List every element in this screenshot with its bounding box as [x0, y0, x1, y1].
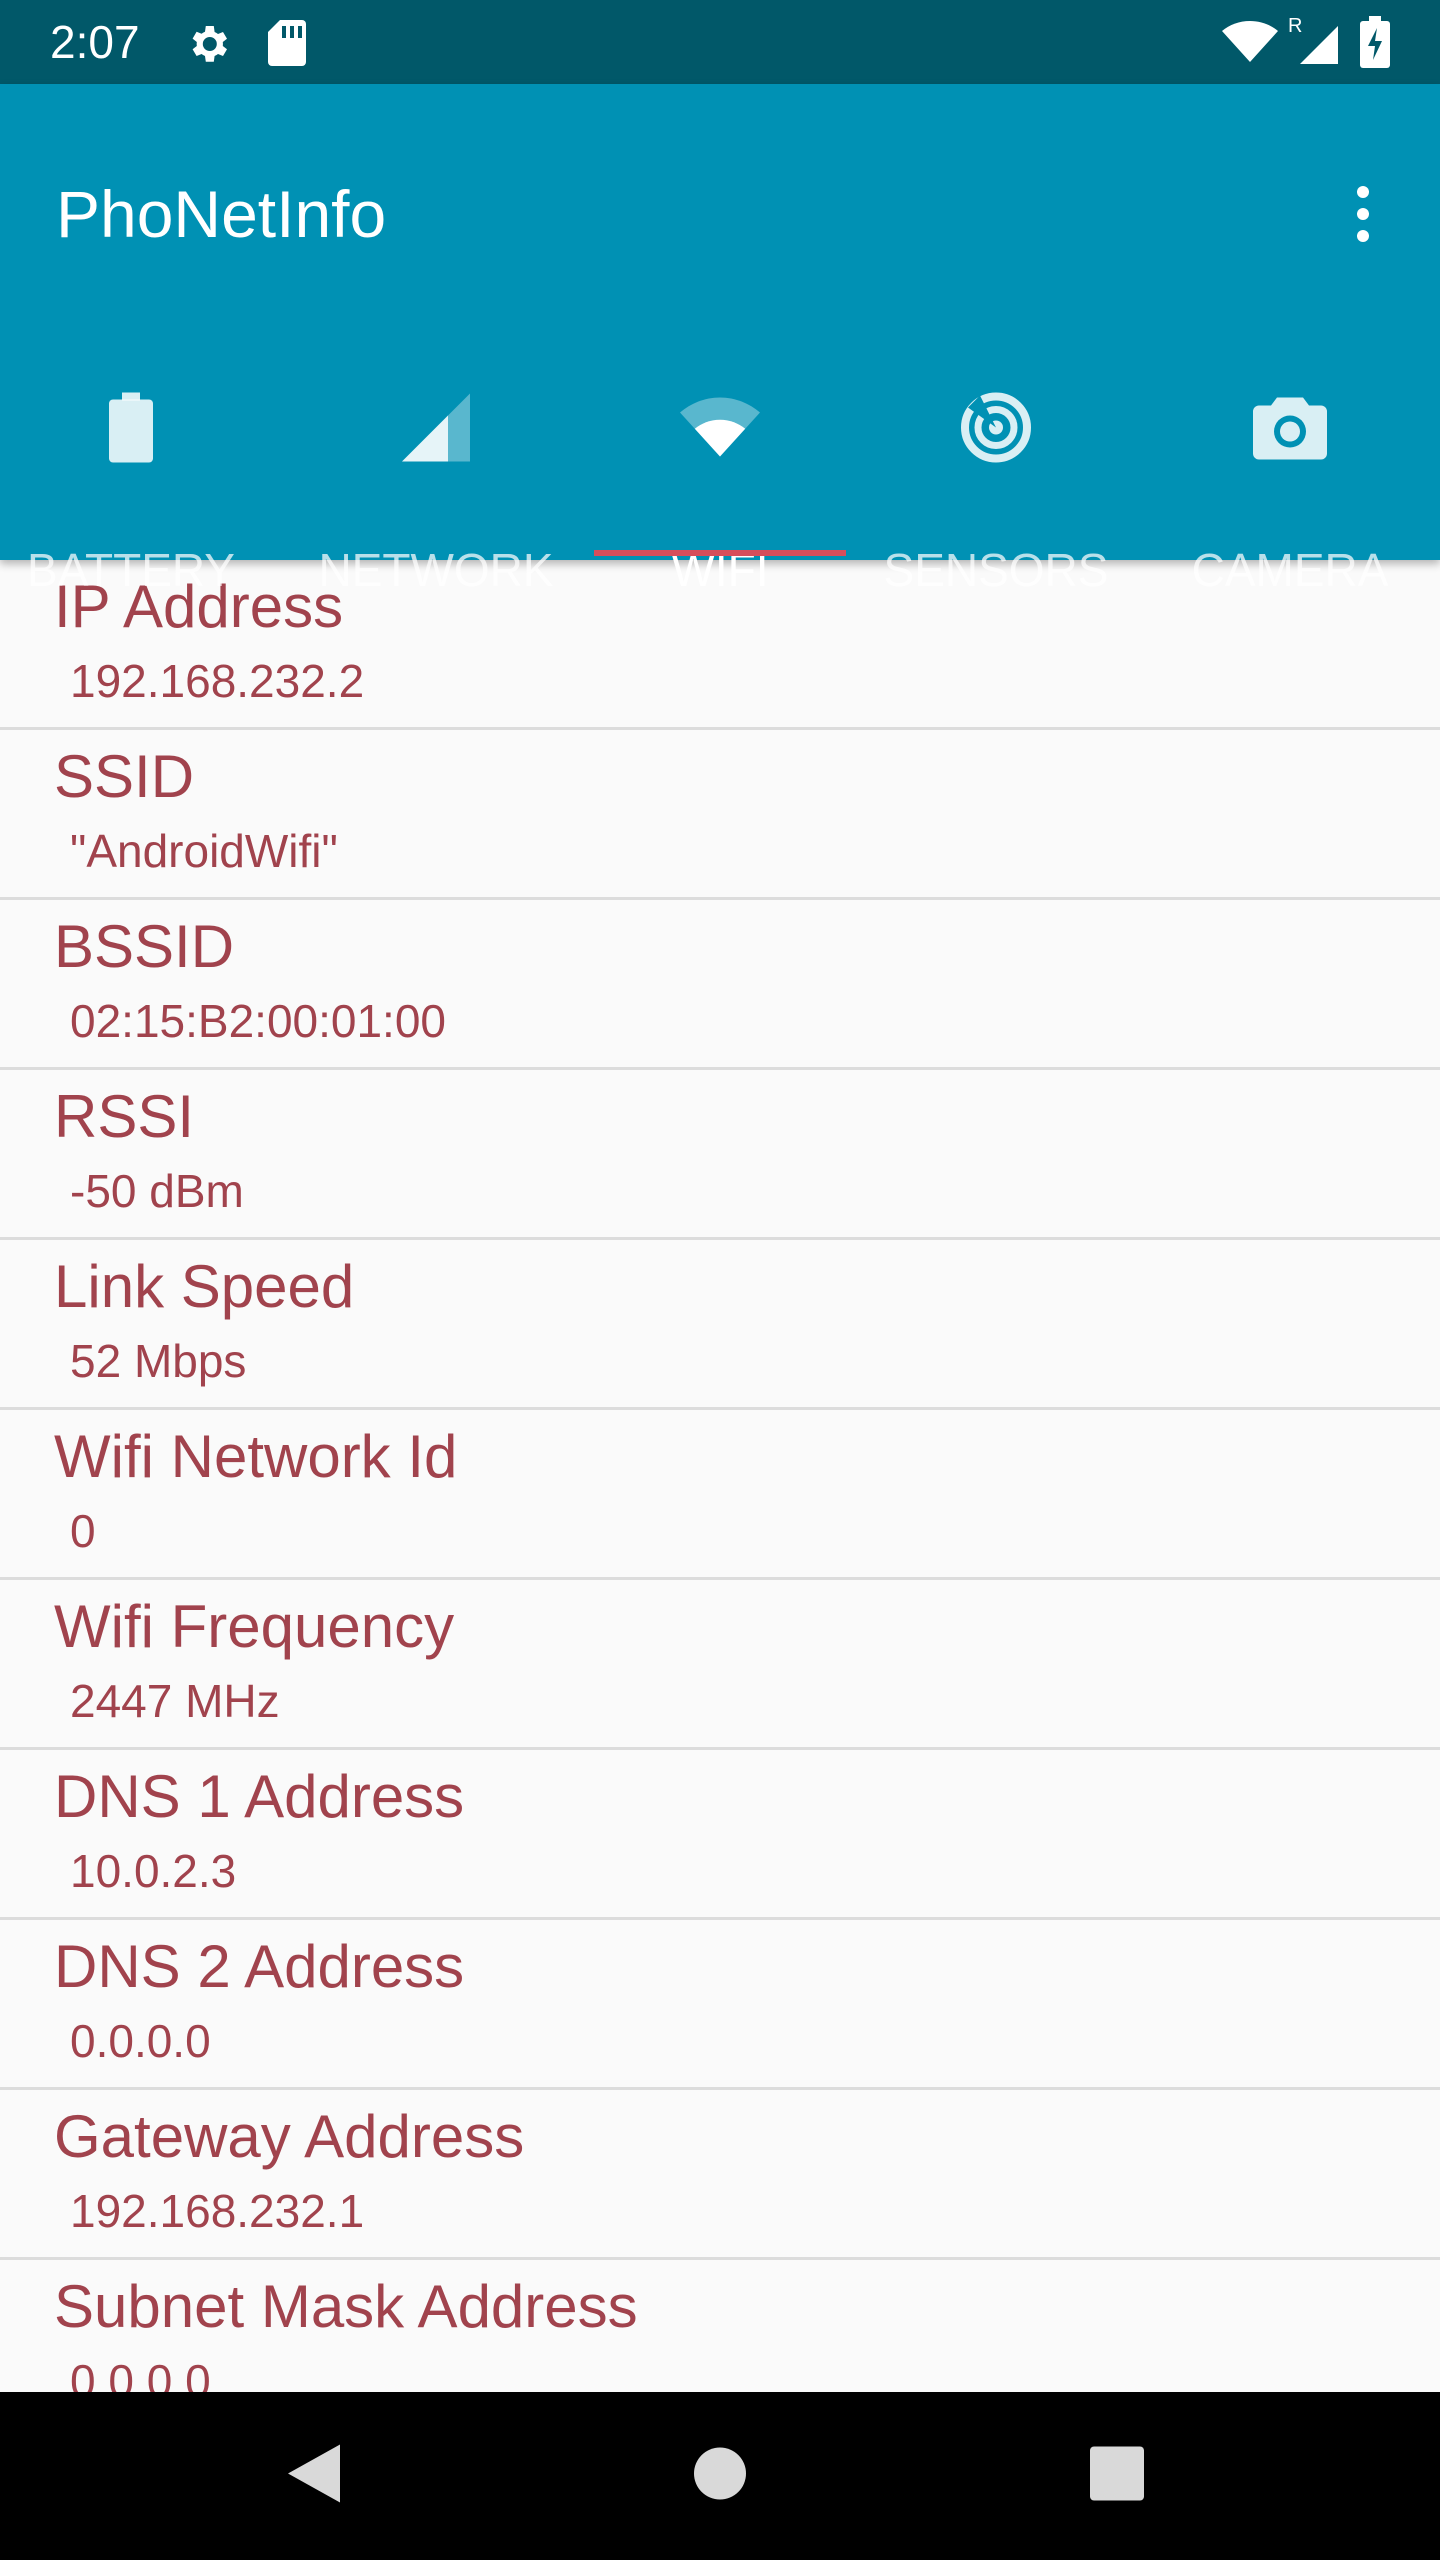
item-label: Wifi Frequency	[54, 1593, 455, 1660]
app-title: PhoNetInfo	[56, 177, 387, 251]
tab-battery[interactable]: BATTERY	[0, 334, 262, 596]
item-label: BSSID	[54, 913, 235, 980]
list-item: SSID "AndroidWifi"	[0, 730, 1440, 900]
list-item: Link Speed 52 Mbps	[0, 1240, 1440, 1410]
more-vert-icon[interactable]	[1330, 174, 1396, 254]
item-label: DNS 2 Address	[54, 1933, 465, 2000]
item-value: "AndroidWifi"	[70, 825, 338, 877]
item-value: 0	[70, 1505, 96, 1557]
back-icon[interactable]	[284, 2441, 344, 2512]
tab-label: CAMERA	[1191, 544, 1389, 596]
item-label: SSID	[54, 743, 195, 810]
list-item: DNS 1 Address 10.0.2.3	[0, 1750, 1440, 1920]
home-icon[interactable]	[694, 2447, 746, 2505]
navigation-bar	[0, 2392, 1440, 2560]
list-item: Wifi Network Id 0	[0, 1410, 1440, 1580]
item-label: RSSI	[54, 1083, 195, 1150]
battery-charging-icon	[1360, 16, 1390, 73]
gear-icon	[184, 20, 232, 73]
cell-signal-roaming-icon: R	[1288, 14, 1340, 71]
list-item: BSSID 02:15:B2:00:01:00	[0, 900, 1440, 1070]
tab-network[interactable]: NETWORK	[298, 334, 574, 596]
list-item: Subnet Mask Address 0.0.0.0	[0, 2260, 1440, 2392]
list-item: DNS 2 Address 0.0.0.0	[0, 1920, 1440, 2090]
tab-label: NETWORK	[318, 544, 554, 596]
item-label: Link Speed	[54, 1253, 355, 1320]
tab-wifi[interactable]: WIFI	[594, 334, 846, 596]
list-item: RSSI -50 dBm	[0, 1070, 1440, 1240]
wifi-info-list[interactable]: IP Address 192.168.232.2 SSID "AndroidWi…	[0, 560, 1440, 2392]
tab-label: BATTERY	[27, 544, 235, 596]
list-item: Gateway Address 192.168.232.1	[0, 2090, 1440, 2260]
cell-signal-icon	[400, 392, 472, 469]
camera-icon	[1253, 396, 1327, 465]
status-bar: 2:07 R	[0, 0, 1440, 84]
wifi-icon	[680, 397, 760, 464]
battery-icon	[109, 392, 153, 468]
recents-icon[interactable]	[1090, 2446, 1144, 2506]
item-value: 192.168.232.2	[70, 655, 365, 707]
item-value: 52 Mbps	[70, 1335, 247, 1387]
wifi-icon	[1222, 20, 1278, 69]
app-bar: PhoNetInfo BATTERY NETWORK WIFI SENSORS …	[0, 84, 1440, 596]
tab-label: SENSORS	[883, 544, 1109, 596]
item-label: Wifi Network Id	[54, 1423, 458, 1490]
sd-card-icon	[266, 18, 308, 73]
tab-sensors[interactable]: SENSORS	[866, 334, 1126, 596]
item-label: Gateway Address	[54, 2103, 525, 2170]
sensor-icon	[960, 392, 1032, 469]
tab-camera[interactable]: CAMERA	[1160, 334, 1420, 596]
item-value: 192.168.232.1	[70, 2185, 365, 2237]
item-value: -50 dBm	[70, 1165, 244, 1217]
svg-text:R: R	[1288, 15, 1302, 37]
item-value: 02:15:B2:00:01:00	[70, 995, 446, 1047]
status-time: 2:07	[50, 16, 140, 68]
item-value: 0.0.0.0	[70, 2355, 211, 2392]
item-value: 2447 MHz	[70, 1675, 280, 1727]
item-value: 10.0.2.3	[70, 1845, 237, 1897]
list-item: Wifi Frequency 2447 MHz	[0, 1580, 1440, 1750]
item-value: 0.0.0.0	[70, 2015, 211, 2067]
item-label: DNS 1 Address	[54, 1763, 465, 1830]
tab-bar: BATTERY NETWORK WIFI SENSORS CAMERA	[0, 334, 1440, 596]
tab-indicator	[594, 550, 846, 556]
item-label: Subnet Mask Address	[54, 2273, 638, 2340]
